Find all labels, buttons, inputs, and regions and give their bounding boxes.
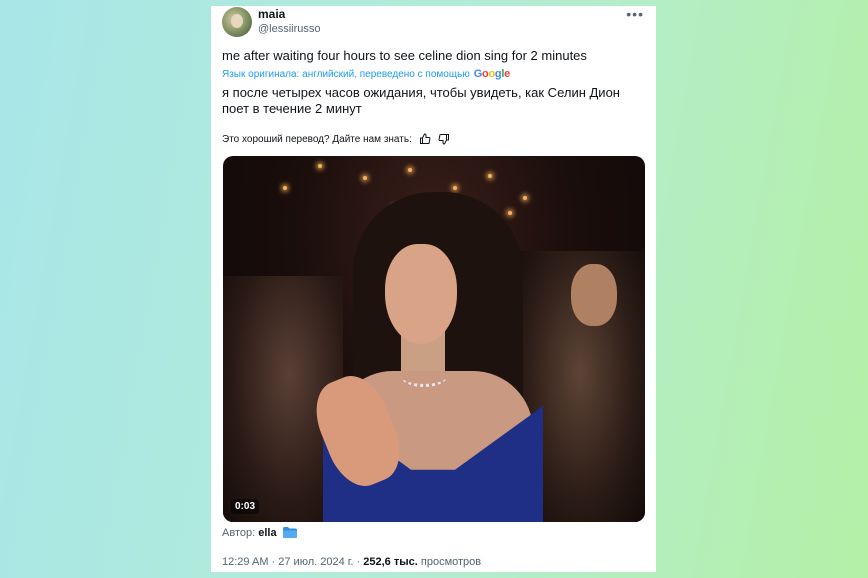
translation-note-text: Язык оригинала: английский, переведено с… <box>222 68 470 80</box>
author-name[interactable]: maia <box>258 7 285 21</box>
meta-separator: · <box>353 556 364 568</box>
media-author-label: Автор: <box>222 527 256 539</box>
folder-icon <box>282 527 297 538</box>
views-label: просмотров <box>420 556 482 568</box>
feedback-prompt: Это хороший перевод? Дайте нам знать: <box>222 133 412 145</box>
video-player[interactable]: 0:03 <box>223 156 645 522</box>
video-duration: 0:03 <box>231 499 260 514</box>
google-logo: Google <box>473 68 510 80</box>
translation-note: Язык оригинала: английский, переведено с… <box>222 68 510 80</box>
tweet-meta: 12:29 AM · 27 июл. 2024 г. · 252,6 тыс. … <box>222 556 481 568</box>
more-options-icon[interactable]: ••• <box>626 6 644 22</box>
audience-person <box>571 264 617 326</box>
woman-face <box>385 244 457 344</box>
author-handle[interactable]: @lessiirusso <box>258 23 321 35</box>
media-author-name[interactable]: ella <box>258 527 276 539</box>
thumb-up-icon[interactable] <box>419 133 431 145</box>
translation-feedback: Это хороший перевод? Дайте нам знать: <box>222 133 450 145</box>
tweet-card: maia @lessiirusso ••• me after waiting f… <box>211 6 656 572</box>
media-author: Автор: ella <box>222 527 297 539</box>
avatar[interactable] <box>222 7 252 37</box>
necklace <box>401 366 447 387</box>
tweet-text-original: me after waiting four hours to see celin… <box>222 48 587 63</box>
tweet-text-translated: я после четырех часов ожидания, чтобы ув… <box>222 85 620 116</box>
views-count: 252,6 тыс. <box>363 556 418 568</box>
timestamp[interactable]: 12:29 AM · 27 июл. 2024 г. <box>222 556 353 568</box>
thumb-down-icon[interactable] <box>438 133 450 145</box>
